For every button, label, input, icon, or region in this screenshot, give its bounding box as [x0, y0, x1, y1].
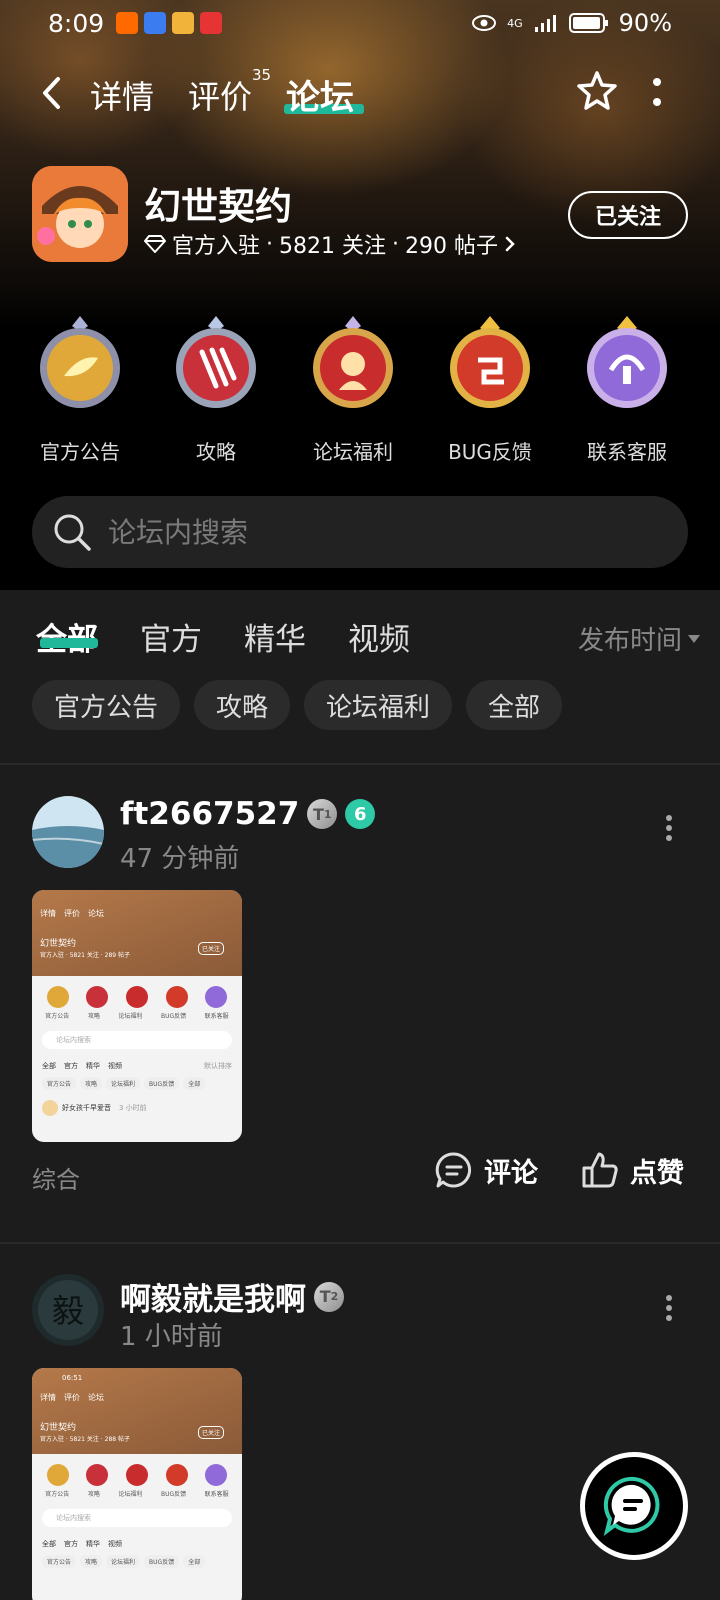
category-guide[interactable]: 攻略 [146, 314, 286, 465]
battery-level: 90% [618, 9, 672, 37]
diamond-icon [144, 235, 166, 253]
floating-chat-button[interactable] [580, 1452, 688, 1560]
customer-service-emblem-icon [587, 316, 667, 408]
post-footer: 综合 评论 点赞 [0, 1150, 720, 1200]
app-icon [32, 166, 128, 262]
post-more-icon[interactable] [664, 814, 674, 842]
divider [0, 763, 720, 765]
notification-app-icon [200, 12, 223, 34]
tab-forum[interactable]: 论坛 [286, 70, 354, 119]
chevron-right-icon [505, 236, 515, 252]
posts-count: 290 帖子 [405, 234, 498, 259]
filter-tab-official[interactable]: 官方 [140, 614, 202, 659]
filter-tab-featured[interactable]: 精华 [244, 614, 306, 659]
battery-icon [568, 13, 608, 33]
taobao-icon [116, 12, 139, 34]
back-arrow-icon[interactable] [38, 76, 68, 110]
post-image[interactable]: 06:51 详情 评价 论坛 幻世契约 官方入驻 · 5821 关注 · 288… [32, 1368, 242, 1600]
follow-button[interactable]: 已关注 [568, 191, 688, 239]
status-time: 8:09 [48, 8, 105, 38]
favorite-star-icon[interactable] [574, 68, 620, 114]
app-title: 幻世契约 [144, 185, 292, 228]
eye-icon [472, 15, 497, 31]
level-badge: T2 [314, 1281, 344, 1312]
tab-reviews[interactable]: 评价 [188, 72, 252, 118]
top-nav: 详情 评价 35 论坛 [0, 62, 720, 122]
post-username[interactable]: ft2667527 [120, 796, 299, 832]
filter-tab-indicator [40, 638, 98, 648]
post-username-row[interactable]: ft2667527 T1 6 [120, 796, 376, 832]
followers-count: 5821 关注 [279, 234, 386, 259]
filter-section: 全部 官方 精华 视频 发布时间 官方公告 攻略 论坛福利 全部 [0, 590, 720, 760]
chip-all[interactable]: 全部 [466, 680, 563, 730]
category-customer-service[interactable]: 联系客服 [557, 314, 697, 465]
caret-down-icon [688, 634, 700, 643]
network-type: 4G [507, 16, 523, 30]
category-bug-report[interactable]: BUG反馈 [420, 314, 560, 465]
chip-announcement[interactable]: 官方公告 [32, 680, 181, 730]
chip-guide[interactable]: 攻略 [194, 680, 291, 730]
post-time: 1 小时前 [120, 1322, 223, 1352]
sort-label: 发布时间 [577, 626, 682, 656]
tieba-icon [144, 12, 167, 34]
signal-icon [534, 15, 556, 32]
category-welfare[interactable]: 论坛福利 [283, 314, 423, 465]
category-announcement[interactable]: 官方公告 [10, 314, 150, 465]
guide-emblem-icon [176, 316, 256, 408]
post-more-icon[interactable] [664, 1294, 674, 1322]
official-label: 官方入驻 [172, 234, 261, 259]
welfare-emblem-icon [313, 316, 393, 408]
thumbs-up-icon [582, 1152, 618, 1188]
filter-tab-video[interactable]: 视频 [348, 614, 410, 659]
filter-tab-all[interactable]: 全部 [36, 614, 98, 659]
search-input[interactable] [108, 515, 628, 549]
post-time: 47 分钟前 [120, 844, 240, 874]
vip-badge: 6 [345, 799, 376, 829]
more-options-icon[interactable] [652, 76, 662, 108]
status-bar: 8:09 4G 90% [0, 0, 720, 46]
mail-icon [172, 12, 195, 34]
comment-button[interactable]: 评论 [434, 1150, 538, 1190]
post-username-row[interactable]: 啊毅就是我啊 T2 [120, 1274, 344, 1319]
forum-search-bar[interactable] [32, 496, 688, 568]
avatar[interactable] [32, 796, 104, 868]
bug-report-emblem-icon [450, 316, 530, 408]
topic-chips: 官方公告 攻略 论坛福利 全部 [32, 680, 563, 730]
chat-bubble-icon [603, 1476, 660, 1536]
tab-details[interactable]: 详情 [90, 72, 154, 118]
like-button[interactable]: 点赞 [580, 1150, 684, 1190]
post-image[interactable]: 详情 评价 论坛 幻世契约 官方入驻 · 5821 关注 · 289 帖子 已关… [32, 890, 242, 1142]
svg-text:毅: 毅 [52, 1292, 84, 1330]
announcement-emblem-icon [40, 316, 120, 408]
avatar[interactable]: 毅 [32, 1274, 104, 1346]
level-badge: T1 [307, 799, 338, 829]
post-tag[interactable]: 综合 [32, 1160, 80, 1195]
chip-welfare[interactable]: 论坛福利 [304, 680, 453, 730]
app-meta[interactable]: 官方入驻 · 5821 关注 · 290 帖子 [144, 228, 516, 260]
comment-icon [435, 1152, 472, 1188]
post-username[interactable]: 啊毅就是我啊 [120, 1274, 306, 1319]
reviews-count-badge: 35 [252, 66, 272, 84]
divider [0, 1242, 720, 1244]
category-row: 官方公告 攻略 论坛福利 BUG反馈 联系客服 [0, 314, 720, 464]
search-icon [54, 514, 91, 551]
sort-dropdown[interactable]: 发布时间 [578, 620, 700, 657]
